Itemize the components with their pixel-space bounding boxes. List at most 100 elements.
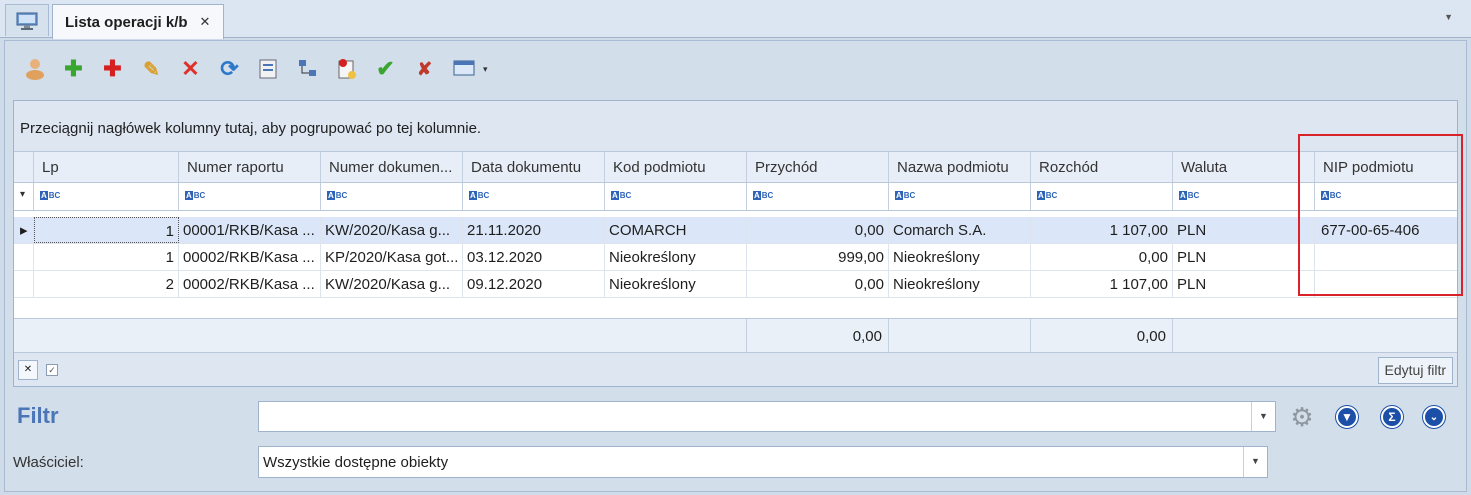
text-filter-icon: A BC [895, 191, 916, 200]
cell-lp[interactable]: 1 [34, 244, 179, 270]
cell-przychod[interactable]: 0,00 [747, 271, 889, 297]
gear-icon[interactable]: ⚙ [1287, 402, 1317, 432]
filter-cell-nazwa-podmiotu[interactable]: A BC [889, 183, 1031, 210]
table-row[interactable]: ▸ 1 00001/RKB/Kasa ... KW/2020/Kasa g...… [14, 217, 1457, 244]
owner-label: Właściciel: [13, 454, 84, 471]
filter-dropdown-icon[interactable]: ▼ [1251, 402, 1275, 431]
column-header-kod-podmiotu[interactable]: Kod podmiotu [605, 152, 747, 182]
cell-kod-podmiotu[interactable]: Nieokreślony [605, 244, 747, 270]
cell-kod-podmiotu[interactable]: COMARCH [605, 217, 747, 243]
cell-waluta[interactable]: PLN [1173, 271, 1315, 297]
text-filter-icon: A BC [40, 191, 61, 200]
double-chevron-down-icon: ⌄ [1423, 406, 1445, 428]
cell-waluta[interactable]: PLN [1173, 217, 1315, 243]
table-row[interactable]: 1 00002/RKB/Kasa ... KP/2020/Kasa got...… [14, 244, 1457, 271]
screen-icon[interactable] [444, 54, 483, 84]
cell-nazwa-podmiotu[interactable]: Nieokreślony [889, 271, 1031, 297]
cell-rozchod[interactable]: 1 107,00 [1031, 271, 1173, 297]
column-header-nazwa-podmiotu[interactable]: Nazwa podmiotu [889, 152, 1031, 182]
group-by-panel[interactable]: Przeciągnij nagłówek kolumny tutaj, aby … [14, 101, 1457, 152]
add-red-icon[interactable]: ✚ [93, 54, 132, 84]
cell-rozchod[interactable]: 1 107,00 [1031, 217, 1173, 243]
edit-filter-button[interactable]: Edytuj filtr [1377, 357, 1453, 384]
filter-cell-numer-dokumentu[interactable]: A BC [321, 183, 463, 210]
close-icon[interactable]: ✕ [200, 14, 211, 30]
filter-combo[interactable]: ▼ [258, 401, 1276, 432]
column-header-data-dokumentu[interactable]: Data dokumentu [463, 152, 605, 182]
cell-data-dokumentu[interactable]: 03.12.2020 [463, 244, 605, 270]
tab-title: Lista operacji k/b [65, 13, 188, 31]
text-filter-icon: A BC [185, 191, 206, 200]
cell-kod-podmiotu[interactable]: Nieokreślony [605, 271, 747, 297]
cell-przychod[interactable]: 999,00 [747, 244, 889, 270]
filter-cell-kod-podmiotu[interactable]: A BC [605, 183, 747, 210]
cell-numer-raportu[interactable]: 00002/RKB/Kasa ... [179, 244, 321, 270]
sigma-icon: Σ [1381, 406, 1403, 428]
cell-nazwa-podmiotu[interactable]: Nieokreślony [889, 244, 1031, 270]
tab-lista-operacji[interactable]: Lista operacji k/b ✕ [52, 4, 224, 39]
approve-icon[interactable]: ✔ [366, 54, 405, 84]
cell-numer-dokumentu[interactable]: KP/2020/Kasa got... [321, 244, 463, 270]
cell-data-dokumentu[interactable]: 09.12.2020 [463, 271, 605, 297]
export-icon[interactable] [249, 54, 288, 84]
cell-nip-podmiotu[interactable] [1315, 244, 1459, 270]
cell-numer-dokumentu[interactable]: KW/2020/Kasa g... [321, 271, 463, 297]
column-header-numer-raportu[interactable]: Numer raportu [179, 152, 321, 182]
cell-nip-podmiotu[interactable]: 677-00-65-406 [1315, 217, 1459, 243]
auto-filter-row: ▾ A BC A BC A BC A BC A BC A BC A BC A BC A BC AB… [14, 183, 1457, 211]
cell-przychod[interactable]: 0,00 [747, 217, 889, 243]
cell-lp[interactable]: 2 [34, 271, 179, 297]
text-filter-icon: A BC [753, 191, 774, 200]
header-indicator [14, 152, 34, 182]
filter-cell-nip-podmiotu[interactable]: A BC [1315, 183, 1459, 210]
toolbar-dropdown-icon[interactable]: ▾ [483, 64, 499, 75]
refresh-icon[interactable]: ⟳ [210, 54, 249, 84]
cell-waluta[interactable]: PLN [1173, 244, 1315, 270]
sum-button[interactable]: Σ [1377, 402, 1407, 432]
clear-filter-button[interactable]: ✕ [18, 360, 38, 380]
filter-panel: ✕ ✓ Edytuj filtr [14, 353, 1457, 386]
filter-cell-przychod[interactable]: A BC [747, 183, 889, 210]
footer-spacer [1173, 319, 1459, 352]
delete-icon[interactable]: ✕ [171, 54, 210, 84]
column-header-waluta[interactable]: Waluta [1173, 152, 1315, 182]
cancel-approve-icon[interactable]: ✘ [405, 54, 444, 84]
operations-grid: Przeciągnij nagłówek kolumny tutaj, aby … [13, 100, 1458, 387]
filter-cell-data-dokumentu[interactable]: A BC [463, 183, 605, 210]
cell-numer-dokumentu[interactable]: KW/2020/Kasa g... [321, 217, 463, 243]
cell-lp[interactable]: 1 [34, 217, 179, 243]
structure-icon[interactable] [288, 54, 327, 84]
cell-data-dokumentu[interactable]: 21.11.2020 [463, 217, 605, 243]
document-icon[interactable] [327, 54, 366, 84]
cell-rozchod[interactable]: 0,00 [1031, 244, 1173, 270]
column-header-rozchod[interactable]: Rozchód [1031, 152, 1173, 182]
filter-cell-lp[interactable]: A BC [34, 183, 179, 210]
cell-numer-raportu[interactable]: 00002/RKB/Kasa ... [179, 271, 321, 297]
group-hint: Przeciągnij nagłówek kolumny tutaj, aby … [20, 120, 482, 137]
filter-enabled-checkbox[interactable]: ✓ [46, 364, 58, 376]
table-row[interactable]: 2 00002/RKB/Kasa ... KW/2020/Kasa g... 0… [14, 271, 1457, 298]
text-filter-icon: A BC [1321, 191, 1342, 200]
filter-apply-button[interactable]: ▼ [1332, 402, 1362, 432]
text-filter-icon: A BC [327, 191, 348, 200]
cell-nazwa-podmiotu[interactable]: Comarch S.A. [889, 217, 1031, 243]
tab-list-dropdown-icon[interactable]: ▼ [1444, 12, 1453, 22]
filter-cell-waluta[interactable]: A BC [1173, 183, 1315, 210]
owner-dropdown-icon[interactable]: ▼ [1243, 447, 1267, 477]
cell-nip-podmiotu[interactable] [1315, 271, 1459, 297]
footer-spacer [889, 319, 1031, 352]
column-header-numer-dokumentu[interactable]: Numer dokumen... [321, 152, 463, 182]
expand-button[interactable]: ⌄ [1419, 402, 1449, 432]
filter-cell-rozchod[interactable]: A BC [1031, 183, 1173, 210]
column-header-nip-podmiotu[interactable]: NIP podmiotu [1315, 152, 1459, 182]
cell-numer-raportu[interactable]: 00001/RKB/Kasa ... [179, 217, 321, 243]
wrench-icon[interactable]: ✎ [132, 54, 171, 84]
text-filter-icon: A BC [1037, 191, 1058, 200]
filter-cell-numer-raportu[interactable]: A BC [179, 183, 321, 210]
column-header-lp[interactable]: Lp [34, 152, 179, 182]
column-header-przychod[interactable]: Przychód [747, 152, 889, 182]
owner-combo[interactable]: Wszystkie dostępne obiekty ▼ [258, 446, 1268, 478]
person-icon[interactable] [15, 54, 54, 84]
add-icon[interactable]: ✚ [54, 54, 93, 84]
monitor-tab[interactable] [5, 4, 49, 36]
